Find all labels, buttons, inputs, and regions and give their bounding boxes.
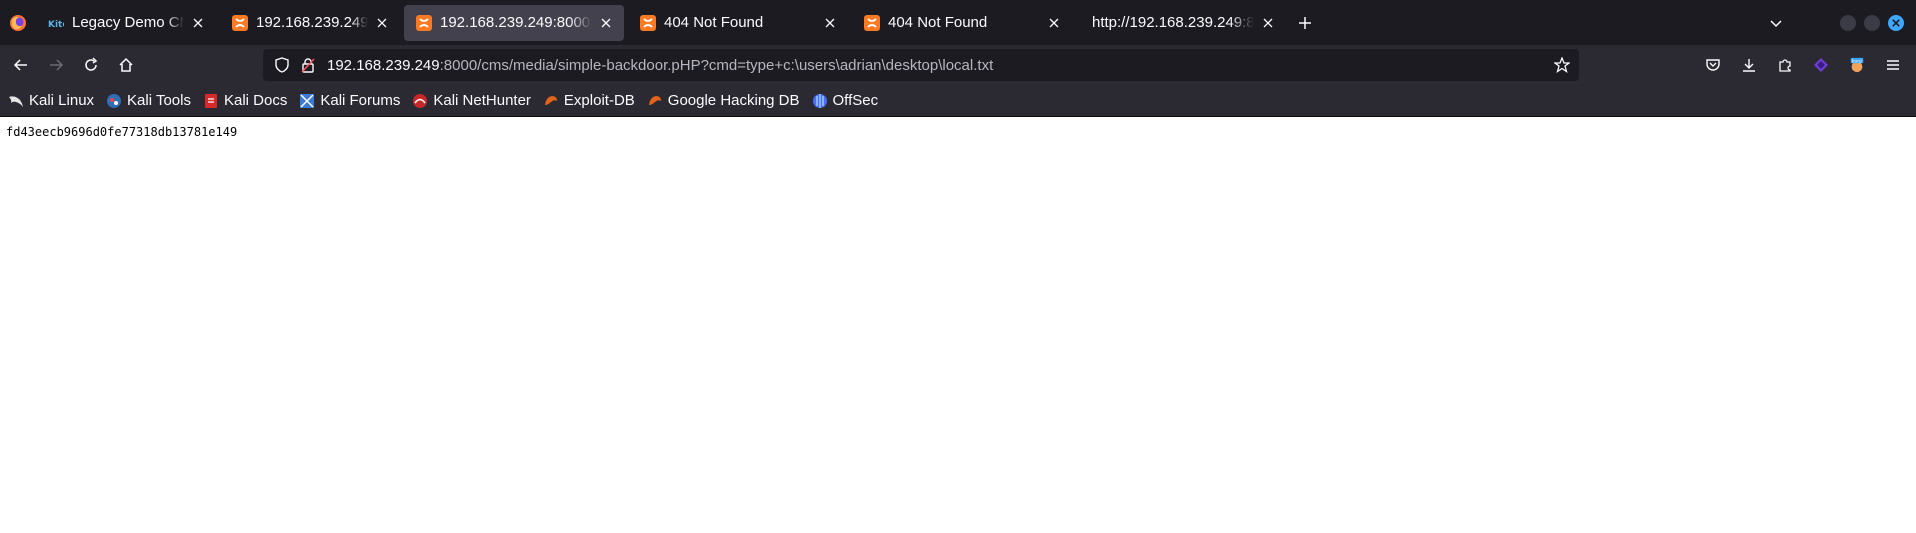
app-menu-button[interactable] bbox=[1877, 49, 1909, 81]
bookmarks-toolbar: Kali Linux Kali Tools Kali Docs Kali For… bbox=[0, 85, 1916, 117]
tab-http[interactable]: http://192.168.239.249:8000/ bbox=[1076, 5, 1286, 41]
close-icon[interactable] bbox=[190, 15, 206, 31]
bookmark-exploit-db[interactable]: Exploit-DB bbox=[543, 92, 635, 109]
url-host: 192.168.239.249 bbox=[327, 56, 440, 74]
bookmark-google-hacking-db[interactable]: Google Hacking DB bbox=[647, 92, 800, 109]
xampp-icon bbox=[864, 14, 880, 31]
url-path: :8000/cms/media/simple-backdoor.pHP?cmd=… bbox=[439, 56, 994, 74]
bookmark-label: Kali Linux bbox=[29, 92, 95, 109]
back-button[interactable] bbox=[5, 49, 37, 81]
kali-forums-icon bbox=[299, 93, 315, 109]
plus-icon bbox=[1299, 16, 1311, 29]
nethunter-icon bbox=[412, 93, 428, 109]
burp-icon: burp bbox=[1850, 57, 1864, 73]
bookmark-kali-docs[interactable]: Kali Docs bbox=[203, 92, 287, 109]
pocket-button[interactable] bbox=[1697, 49, 1729, 81]
reload-button[interactable] bbox=[75, 49, 107, 81]
kite-cms-icon: Kite bbox=[48, 15, 64, 31]
tab-title: Legacy Demo CMS - Admi bbox=[72, 14, 184, 31]
bookmark-star-icon[interactable] bbox=[1553, 56, 1571, 74]
kali-docs-icon bbox=[203, 93, 219, 109]
arrow-right-icon bbox=[50, 59, 64, 71]
bookmark-label: Kali Docs bbox=[223, 92, 288, 109]
bookmark-kali-linux[interactable]: Kali Linux bbox=[8, 92, 94, 109]
exploit-db-icon bbox=[543, 93, 559, 109]
svg-text:burp: burp bbox=[1852, 58, 1862, 64]
tab-title: http://192.168.239.249:8000/ bbox=[1092, 14, 1254, 31]
minimize-window-button[interactable] bbox=[1840, 15, 1856, 31]
tracking-protection-icon[interactable] bbox=[273, 56, 291, 74]
xampp-icon bbox=[416, 14, 432, 31]
offsec-icon bbox=[812, 93, 828, 109]
tab-404-1[interactable]: 404 Not Found bbox=[628, 5, 848, 41]
firefox-view-icon[interactable] bbox=[0, 0, 36, 45]
bookmark-label: OffSec bbox=[832, 92, 879, 109]
bookmark-kali-tools[interactable]: Kali Tools bbox=[106, 92, 191, 109]
kali-dragon-icon bbox=[8, 93, 24, 109]
tab-title: 404 Not Found bbox=[664, 14, 764, 31]
url-bar[interactable]: 192.168.239.249:8000/cms/media/simple-ba… bbox=[263, 49, 1579, 81]
insecure-lock-icon[interactable] bbox=[299, 56, 317, 74]
chevron-down-icon bbox=[1770, 20, 1782, 28]
tab-strip: Kite Legacy Demo CMS - Admi 192.168.239.… bbox=[0, 0, 1916, 45]
close-icon[interactable] bbox=[374, 15, 390, 31]
list-all-tabs-button[interactable] bbox=[1762, 9, 1790, 37]
download-icon bbox=[1743, 59, 1755, 72]
foxyproxy-icon bbox=[1814, 58, 1828, 72]
url-text[interactable]: 192.168.239.249:8000/cms/media/simple-ba… bbox=[327, 57, 993, 74]
tab-404-2[interactable]: 404 Not Found bbox=[852, 5, 1072, 41]
downloads-button[interactable] bbox=[1733, 49, 1765, 81]
bookmark-label: Kali Tools bbox=[127, 92, 191, 109]
close-icon[interactable] bbox=[1046, 15, 1062, 31]
close-icon[interactable] bbox=[598, 15, 614, 31]
home-icon bbox=[119, 57, 133, 72]
bookmark-label: Kali NetHunter bbox=[433, 92, 531, 109]
foxyproxy-button[interactable] bbox=[1805, 49, 1837, 81]
bookmark-offsec[interactable]: OffSec bbox=[812, 92, 879, 109]
tab-title: 404 Not Found bbox=[888, 14, 988, 31]
close-icon[interactable] bbox=[1260, 15, 1276, 31]
navigation-toolbar: 192.168.239.249:8000/cms/media/simple-ba… bbox=[0, 45, 1916, 85]
bookmark-label: Google Hacking DB bbox=[667, 92, 800, 109]
bookmark-kali-nethunter[interactable]: Kali NetHunter bbox=[412, 92, 531, 109]
tab-cms-1[interactable]: 192.168.239.249:8000/cms/ bbox=[220, 5, 400, 41]
close-icon bbox=[1892, 19, 1900, 27]
forward-button[interactable] bbox=[40, 49, 72, 81]
burp-extension-button[interactable]: burp bbox=[1841, 49, 1873, 81]
kali-tools-icon bbox=[106, 93, 122, 109]
tab-cms-active[interactable]: 192.168.239.249:8000/cms/ bbox=[404, 4, 624, 41]
reload-icon bbox=[85, 57, 98, 71]
xampp-icon bbox=[232, 14, 248, 31]
command-output: fd43eecb9696d0fe77318db13781e149 bbox=[6, 125, 238, 139]
home-button[interactable] bbox=[110, 49, 142, 81]
maximize-window-button[interactable] bbox=[1864, 15, 1880, 31]
hamburger-menu-icon bbox=[1887, 60, 1899, 70]
bookmark-label: Kali Forums bbox=[320, 92, 401, 109]
new-tab-button[interactable] bbox=[1290, 8, 1320, 38]
xampp-icon bbox=[640, 14, 656, 31]
page-content: fd43eecb9696d0fe77318db13781e149 bbox=[0, 117, 1916, 533]
extensions-button[interactable] bbox=[1769, 49, 1801, 81]
bookmark-label: Exploit-DB bbox=[563, 92, 635, 109]
arrow-left-icon bbox=[13, 59, 27, 71]
close-icon[interactable] bbox=[822, 15, 838, 31]
tab-legacy-cms[interactable]: Kite Legacy Demo CMS - Admi bbox=[36, 5, 216, 41]
ghdb-icon bbox=[647, 93, 663, 109]
puzzle-icon bbox=[1779, 59, 1791, 72]
tab-title: 192.168.239.249:8000/cms/ bbox=[440, 14, 592, 31]
svg-text:Kite: Kite bbox=[48, 20, 64, 30]
pocket-icon bbox=[1706, 59, 1720, 71]
tab-title: 192.168.239.249:8000/cms/ bbox=[256, 14, 368, 31]
close-window-button[interactable] bbox=[1888, 15, 1904, 31]
bookmark-kali-forums[interactable]: Kali Forums bbox=[299, 92, 400, 109]
